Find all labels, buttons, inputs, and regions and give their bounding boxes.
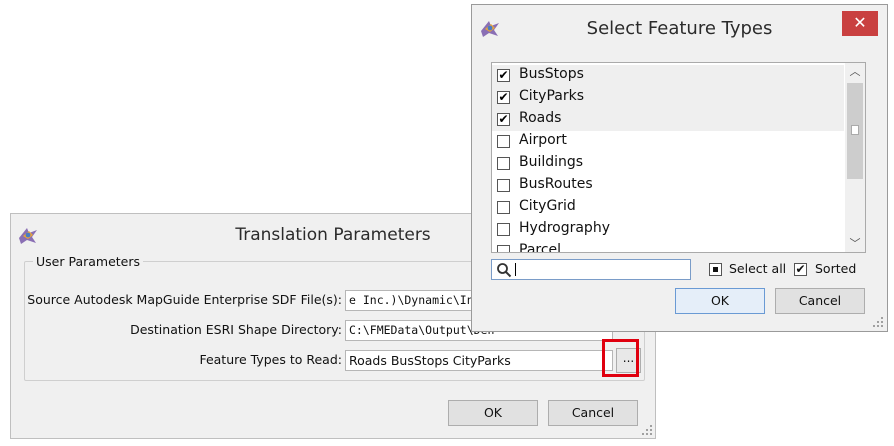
chevron-down-icon[interactable]: ﹀ [845, 235, 865, 252]
item-checkbox[interactable]: ✔ [497, 69, 510, 82]
item-checkbox[interactable] [497, 135, 510, 148]
scrollbar-thumb[interactable] [847, 83, 863, 179]
select-feature-types-dialog: Select Feature Types ✕ ✔ BusStops ✔ City… [471, 4, 888, 332]
list-item[interactable]: Airport [492, 131, 844, 153]
destination-dir-label: Destination ESRI Shape Directory: [130, 322, 342, 337]
select-all-checkbox[interactable] [709, 263, 722, 276]
close-icon: ✕ [853, 13, 867, 32]
item-checkbox[interactable] [497, 179, 510, 192]
list-item[interactable]: Parcel [492, 241, 844, 253]
item-label: Buildings [519, 154, 584, 170]
list-item[interactable]: Hydrography [492, 219, 844, 241]
list-item[interactable]: ✔ BusStops [492, 65, 844, 87]
item-label: Airport [519, 132, 567, 148]
search-input[interactable] [491, 259, 691, 280]
close-button[interactable]: ✕ [842, 11, 878, 36]
highlight-box [602, 339, 639, 377]
item-label: Parcel [519, 242, 562, 253]
list-item[interactable]: ✔ Roads [492, 109, 844, 131]
item-label: Roads [519, 110, 562, 126]
resize-grip-icon[interactable] [641, 424, 653, 436]
ok-button[interactable]: OK [675, 288, 765, 314]
cancel-button[interactable]: Cancel [548, 400, 638, 426]
sorted-checkbox[interactable]: ✔ [794, 263, 807, 276]
item-checkbox[interactable] [497, 201, 510, 214]
dialog-title: Select Feature Types [586, 18, 773, 39]
feature-types-label: Feature Types to Read: [199, 352, 342, 367]
vertical-scrollbar[interactable]: ︿ ﹀ [845, 63, 865, 252]
item-label: CityParks [519, 88, 584, 104]
checkmark-icon: ✔ [795, 262, 806, 276]
list-item[interactable]: CityGrid [492, 197, 844, 219]
list-item[interactable]: Buildings [492, 153, 844, 175]
resize-grip-icon[interactable] [872, 316, 884, 328]
cancel-button[interactable]: Cancel [775, 288, 865, 314]
item-checkbox[interactable] [497, 223, 510, 236]
item-label: BusRoutes [519, 176, 593, 192]
ok-button[interactable]: OK [448, 400, 538, 426]
thumb-grip [851, 125, 859, 135]
partial-check-indicator [713, 267, 718, 272]
item-checkbox[interactable]: ✔ [497, 91, 510, 104]
checkmark-icon: ✔ [498, 112, 509, 126]
sorted-label[interactable]: Sorted [815, 261, 856, 276]
select-all-label[interactable]: Select all [729, 261, 786, 276]
list-item[interactable]: BusRoutes [492, 175, 844, 197]
group-label: User Parameters [33, 254, 144, 269]
text-caret [515, 263, 516, 276]
item-checkbox[interactable] [497, 157, 510, 170]
item-label: BusStops [519, 66, 584, 82]
checkmark-icon: ✔ [498, 68, 509, 82]
search-icon [497, 263, 512, 278]
list-item[interactable]: ✔ CityParks [492, 87, 844, 109]
feature-type-list[interactable]: ✔ BusStops ✔ CityParks ✔ Roads Airport B… [491, 62, 866, 253]
source-sdf-label: Source Autodesk MapGuide Enterprise SDF … [27, 292, 342, 307]
feature-types-field[interactable]: Roads BusStops CityParks [345, 350, 613, 371]
item-checkbox[interactable]: ✔ [497, 113, 510, 126]
checkmark-icon: ✔ [498, 90, 509, 104]
item-label: CityGrid [519, 198, 576, 214]
item-label: Hydrography [519, 220, 610, 236]
item-checkbox[interactable] [497, 245, 510, 252]
chevron-up-icon[interactable]: ︿ [845, 63, 865, 80]
